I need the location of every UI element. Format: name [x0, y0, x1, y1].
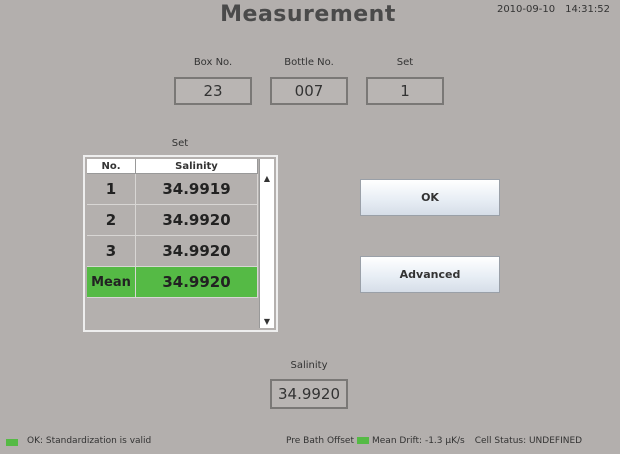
row-no: 1 [87, 173, 136, 205]
status-right-group: Pre Bath Offset Mean Drift: -1.3 µK/s Cell… [286, 436, 582, 446]
row-no: 3 [87, 235, 136, 267]
row-salinity: 34.9919 [135, 173, 258, 205]
table-row[interactable]: 2 34.9920 [87, 204, 258, 236]
table-row[interactable]: 1 34.9919 [87, 173, 258, 205]
advanced-button[interactable]: Advanced [360, 256, 500, 293]
scroll-up-icon[interactable]: ▲ [260, 173, 274, 185]
mean-salinity: 34.9920 [135, 266, 258, 298]
mean-drift-text: Mean Drift: -1.3 µK/s [372, 436, 465, 446]
column-header-salinity: Salinity [135, 159, 258, 174]
datetime: 2010-09-10 14:31:52 [497, 4, 610, 15]
box-no-field[interactable]: 23 [174, 77, 252, 105]
pre-bath-offset-label: Pre Bath Offset [286, 436, 354, 446]
bottle-no-label: Bottle No. [284, 57, 334, 68]
ok-button[interactable]: OK [360, 179, 500, 216]
mean-label: Mean [87, 266, 136, 298]
table-scrollbar[interactable]: ▲ ▼ [259, 159, 274, 328]
table-row[interactable]: 3 34.9920 [87, 235, 258, 267]
set-field[interactable]: 1 [366, 77, 444, 105]
measurement-table: No. Salinity 1 34.9919 2 34.9920 3 34.99… [83, 155, 278, 332]
box-no-label: Box No. [193, 57, 233, 68]
time-text: 14:31:52 [565, 4, 610, 15]
status-bar: OK: Standardization is valid Pre Bath Of… [0, 434, 620, 454]
date-text: 2010-09-10 [496, 4, 556, 15]
scroll-down-icon[interactable]: ▼ [260, 316, 274, 328]
table-header-row: No. Salinity [87, 159, 258, 174]
bottle-no-field[interactable]: 007 [270, 77, 348, 105]
salinity-value-field: 34.9920 [270, 379, 348, 409]
cell-status-text: Cell Status: UNDEFINED [474, 436, 583, 446]
set-table-caption: Set [171, 138, 189, 149]
column-header-no: No. [87, 159, 136, 174]
salinity-label: Salinity [290, 360, 328, 371]
row-salinity: 34.9920 [135, 235, 258, 267]
status-message: OK: Standardization is valid [27, 436, 152, 446]
set-label: Set [396, 57, 414, 68]
row-no: 2 [87, 204, 136, 236]
row-salinity: 34.9920 [135, 204, 258, 236]
table-row-mean[interactable]: Mean 34.9920 [87, 266, 258, 298]
status-ok-indicator-icon [6, 439, 18, 446]
drift-indicator-icon [357, 436, 369, 444]
